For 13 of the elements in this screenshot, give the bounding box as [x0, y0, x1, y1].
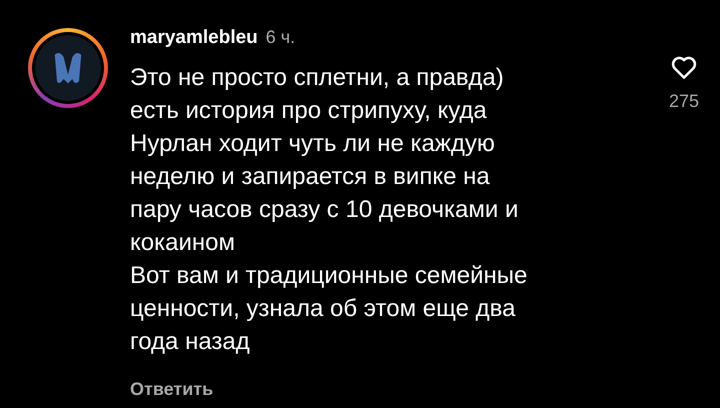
- reply-link[interactable]: Ответить: [130, 376, 214, 402]
- comment-line: года назад: [130, 326, 251, 356]
- comment-line: есть история про стрипуху, куда: [130, 96, 488, 126]
- comment-line: Нурлан ходит чуть ли не каждую: [130, 128, 496, 158]
- comment-line: неделю и запирается в випке на: [130, 162, 491, 192]
- comment-line: пару часов сразу с 10 девочками и: [130, 194, 520, 224]
- like-count: 275: [668, 90, 700, 113]
- comment-line: ценности, узнала об этом еще два: [130, 294, 516, 324]
- timestamp: 6 ч.: [266, 26, 296, 49]
- comment-line: Это не просто сплетни, а правда): [130, 62, 505, 92]
- comment-line: кокаином: [130, 228, 236, 258]
- username[interactable]: maryamlebleu: [130, 24, 258, 52]
- comment-line: Вот вам и традиционные семейные: [130, 260, 528, 290]
